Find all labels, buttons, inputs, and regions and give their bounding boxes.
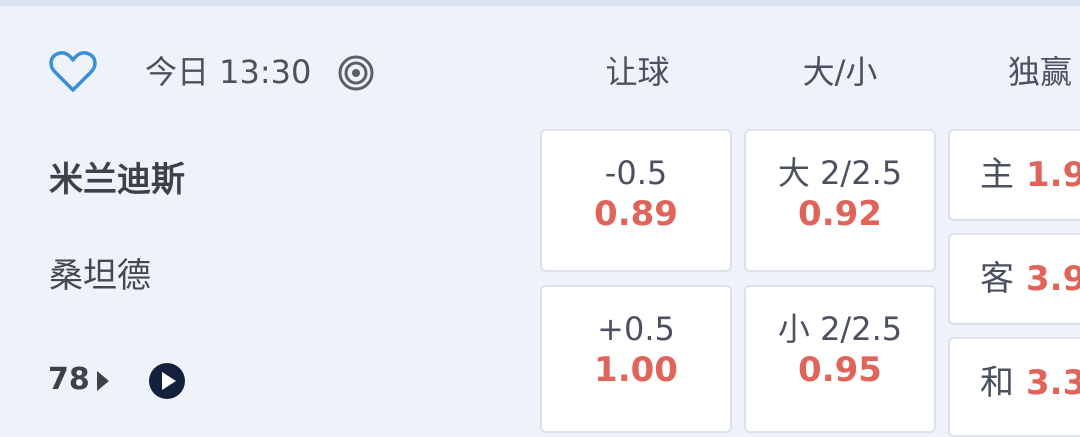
handicap-home-price: 0.89 [594,194,678,234]
handicap-home-odds[interactable]: -0.5 0.89 [540,129,732,272]
moneyline-away-odds[interactable]: 客 3.9 [948,233,1080,325]
moneyline-home-price: 1.9 [1026,155,1080,195]
over-odds[interactable]: 大 2/2.5 0.92 [744,129,936,272]
match-time: 今日 13:30 [145,53,312,91]
handicap-away-line: +0.5 [597,310,675,348]
under-odds[interactable]: 小 2/2.5 0.95 [744,285,936,433]
play-circle-icon[interactable] [148,362,186,400]
moneyline-home-odds[interactable]: 主 1.9 [948,129,1080,221]
handicap-home-line: -0.5 [604,154,668,192]
moneyline-home-label: 主 [980,155,1014,195]
column-header-moneyline: 独赢 [1008,53,1073,91]
moneyline-draw-label: 和 [980,363,1014,403]
moneyline-draw-price: 3.3 [1026,363,1080,403]
away-team-name: 桑坦德 [49,256,151,296]
moneyline-away-label: 客 [980,259,1014,299]
target-icon[interactable] [337,54,375,92]
heart-outline-icon[interactable] [49,50,97,94]
over-price: 0.92 [798,194,882,234]
moneyline-draw-odds[interactable]: 和 3.3 [948,337,1080,437]
column-header-over-under: 大/小 [802,53,878,91]
under-price: 0.95 [798,350,882,390]
handicap-away-price: 1.00 [594,350,678,390]
moneyline-away-price: 3.9 [1026,259,1080,299]
over-line: 大 2/2.5 [777,154,903,192]
under-line: 小 2/2.5 [777,310,903,348]
handicap-away-odds[interactable]: +0.5 1.00 [540,285,732,433]
column-header-handicap: 让球 [605,53,670,91]
match-card: 今日 13:30 让球 大/小 独赢 米兰迪斯 桑坦德 78 -0.5 0.89… [0,6,1080,437]
caret-right-icon[interactable] [97,371,109,391]
more-markets-count[interactable]: 78 [48,360,90,400]
home-team-name: 米兰迪斯 [49,160,185,200]
